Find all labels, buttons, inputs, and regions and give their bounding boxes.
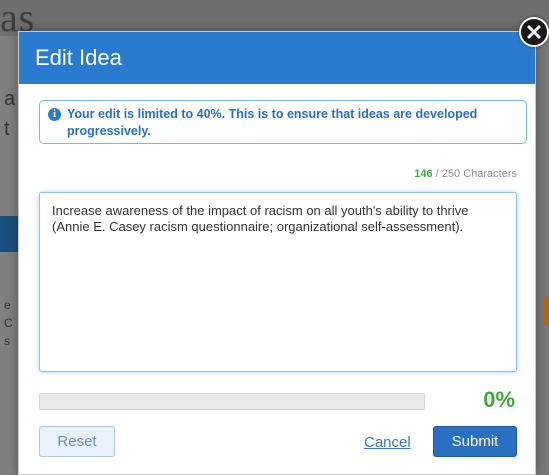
character-counter: 146 / 250 Characters: [414, 168, 517, 180]
idea-text-input[interactable]: Increase awareness of the impact of raci…: [39, 192, 517, 372]
dialog-title: Edit Idea: [35, 45, 122, 70]
reset-button[interactable]: Reset: [39, 426, 115, 457]
background-glyph: t: [4, 118, 10, 140]
edit-idea-dialog: Edit Idea i Your edit is limited to 40%.…: [18, 31, 536, 475]
edit-progress-bar: [39, 393, 425, 410]
cancel-link[interactable]: Cancel: [364, 434, 411, 451]
close-x-icon: [527, 25, 541, 39]
character-count-separator: /: [432, 168, 442, 180]
close-dialog-button[interactable]: [519, 17, 549, 47]
character-count-max: 250 Characters: [441, 168, 517, 180]
submit-button[interactable]: Submit: [433, 426, 517, 457]
info-notice: i Your edit is limited to 40%. This is t…: [39, 100, 527, 144]
background-right-tab: [543, 296, 549, 326]
background-left-tab: [0, 216, 18, 252]
info-circle-icon: i: [48, 108, 61, 121]
character-count-current: 146: [414, 168, 433, 180]
info-message: Your edit is limited to 40%. This is to …: [67, 107, 478, 138]
background-glyph: C: [4, 316, 13, 330]
edit-progress-percent: 0%: [483, 387, 515, 412]
dialog-header: Edit Idea: [19, 32, 535, 84]
background-glyph: e: [4, 298, 11, 312]
background-glyph: s: [4, 334, 10, 348]
background-glyph: a: [4, 88, 16, 110]
